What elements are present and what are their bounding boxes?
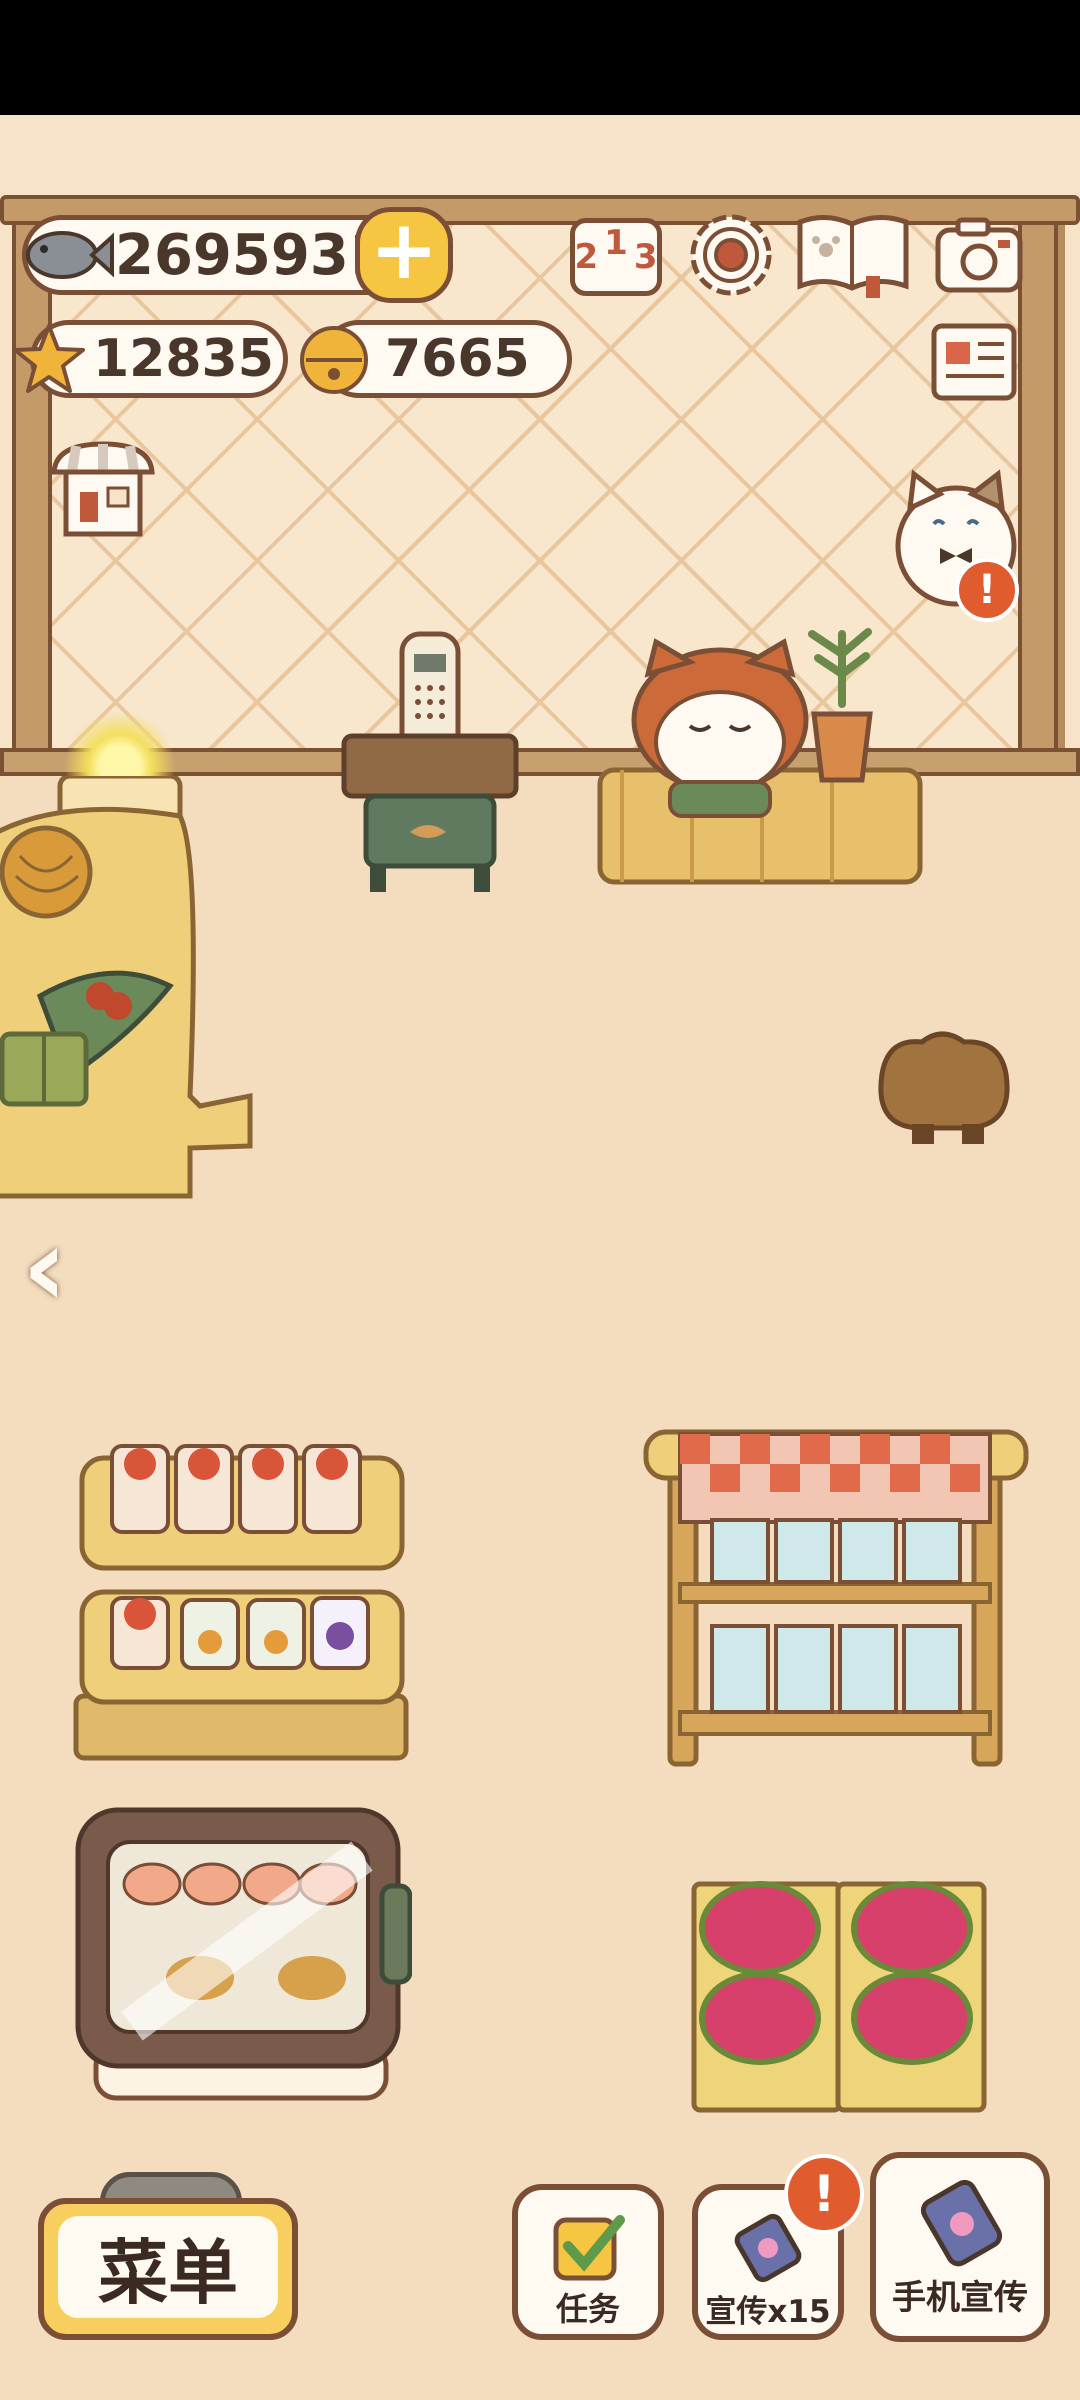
visitor-alert-badge: !	[955, 558, 1019, 622]
scroll-left-arrow[interactable]: ‹	[22, 1212, 67, 1322]
phone-promo-icon	[920, 2179, 1003, 2267]
tomato-juice-basket-shelf[interactable]	[72, 1428, 412, 1768]
promote-alert-badge: !	[784, 2154, 864, 2234]
rank-3-digit: 3	[633, 237, 658, 277]
bell-icon	[300, 326, 368, 394]
dragon-fruit-crates[interactable]	[680, 1858, 1000, 2118]
task-button[interactable]: 任务	[512, 2184, 664, 2340]
phone-promote-button[interactable]: 手机宣传	[870, 2152, 1050, 2342]
cashier-cat-counter[interactable]	[592, 594, 930, 896]
task-label: 任务	[555, 2290, 620, 2328]
star-icon	[13, 324, 85, 393]
settings-gear-icon[interactable]	[684, 208, 778, 302]
checklist-icon	[553, 2215, 625, 2281]
side-counter[interactable]	[0, 776, 260, 1226]
menu-label: 菜单	[58, 2216, 278, 2318]
promote-label: 宣传x15	[705, 2294, 831, 2330]
rank-2-digit: 2	[574, 237, 599, 277]
camera-icon[interactable]	[932, 212, 1026, 296]
fish-icon	[26, 231, 114, 279]
frog-stump-seat	[878, 1031, 1010, 1144]
sushi-display-fridge[interactable]	[72, 1806, 412, 2106]
cat-album-book-icon[interactable]	[794, 208, 912, 300]
shop-icon[interactable]	[46, 438, 160, 542]
leaderboard-icon[interactable]: 2 1 3	[570, 218, 662, 296]
milk-carton-stand[interactable]	[640, 1424, 1034, 1770]
newspaper-icon[interactable]	[928, 320, 1020, 404]
fish-count: 2695931	[115, 222, 388, 288]
status-bar	[0, 0, 1080, 115]
promo-ticket-icon	[734, 2213, 802, 2283]
telephone-table[interactable]	[340, 628, 520, 898]
phone-promote-label: 手机宣传	[892, 2278, 1028, 2318]
star-count: 12835	[93, 329, 274, 389]
bell-count: 7665	[385, 329, 530, 389]
buy-fish-plus-button[interactable]: +	[355, 207, 453, 303]
menu-button[interactable]: 菜单	[38, 2198, 298, 2340]
rank-1-digit: 1	[604, 223, 628, 263]
